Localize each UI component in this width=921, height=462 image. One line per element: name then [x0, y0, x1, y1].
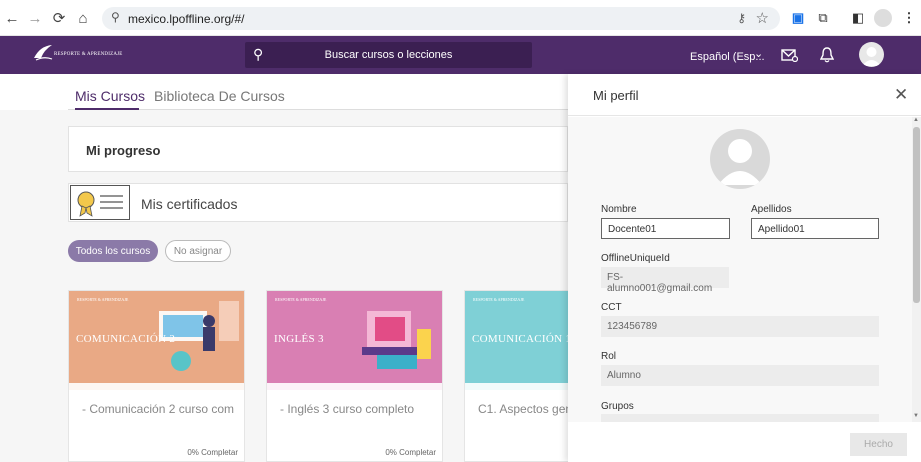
- messages-icon[interactable]: [779, 45, 799, 65]
- progress-heading: Mi progreso: [86, 143, 161, 158]
- profile-drawer: Mi perfil ✕ Nombre Docente01 Apellidos A…: [568, 74, 921, 462]
- course-subject: COMUNICACIÓN 1: [472, 333, 572, 345]
- grupos-field[interactable]: [601, 414, 879, 422]
- side-panel-icon[interactable]: ◧: [849, 9, 867, 27]
- browser-toolbar: ← → ⟳ ⌂ ⚲ mexico.lpoffline.org/#/ ⚷ ☆ ▣ …: [0, 0, 921, 36]
- rol-field: Alumno: [601, 365, 879, 386]
- tab-biblioteca[interactable]: Biblioteca De Cursos: [154, 88, 285, 104]
- offline-id-field: FS-alumno001@gmail.com: [601, 267, 729, 294]
- drawer-title: Mi perfil: [593, 88, 639, 103]
- course-title: C1. Aspectos gen: [478, 402, 573, 416]
- filter-all-courses[interactable]: Todos los cursos: [68, 240, 158, 262]
- course-card[interactable]: RESPORTE & APRENDIZAJE COMUNICACIÓN 2 - …: [68, 290, 245, 462]
- rol-label: Rol: [601, 351, 617, 362]
- back-icon[interactable]: ←: [2, 8, 22, 28]
- tabs-divider: [68, 109, 568, 110]
- menu-kebab-icon[interactable]: ⋮: [900, 9, 918, 27]
- reload-icon[interactable]: ⟳: [49, 8, 69, 28]
- profile-avatar[interactable]: [710, 129, 770, 189]
- offline-id-label: OfflineUniqueId: [601, 253, 670, 264]
- course-title: - Inglés 3 curso completo: [280, 402, 415, 416]
- notifications-bell-icon[interactable]: [817, 45, 837, 65]
- password-key-icon[interactable]: ⚷: [737, 11, 746, 25]
- logo-mark-icon: [34, 45, 53, 61]
- course-progress: 0% Completar: [385, 448, 436, 457]
- course-progress: 0% Completar: [187, 448, 238, 457]
- filter-unassigned[interactable]: No asignar: [165, 240, 231, 262]
- forward-icon[interactable]: →: [25, 8, 45, 28]
- course-card[interactable]: RESPORTE & APRENDIZAJE COMUNICACIÓN 1 C1…: [464, 290, 574, 462]
- cct-field: 123456789: [601, 316, 879, 337]
- done-button[interactable]: Hecho: [850, 433, 907, 456]
- course-partner-strip: [69, 383, 244, 390]
- search-placeholder: Buscar cursos o lecciones: [324, 49, 453, 61]
- tab-mis-cursos[interactable]: Mis Cursos: [75, 88, 145, 104]
- scroll-up-icon[interactable]: ▲: [913, 117, 919, 123]
- active-tab-indicator: [75, 108, 139, 110]
- nombre-label: Nombre: [601, 204, 637, 215]
- course-thumbnail: RESPORTE & APRENDIZAJE INGLÉS 3: [267, 291, 442, 390]
- user-avatar[interactable]: [859, 42, 884, 67]
- chevron-down-icon[interactable]: ⌄: [754, 47, 763, 60]
- home-icon[interactable]: ⌂: [73, 8, 93, 28]
- bookmark-star-icon[interactable]: ☆: [756, 9, 769, 27]
- apellidos-label: Apellidos: [751, 204, 792, 215]
- course-subject: INGLÉS 3: [274, 333, 324, 345]
- course-thumbnail: RESPORTE & APRENDIZAJE COMUNICACIÓN 1: [465, 291, 573, 390]
- course-subject: COMUNICACIÓN 2: [76, 333, 176, 345]
- address-bar[interactable]: ⚲ mexico.lpoffline.org/#/ ⚷ ☆: [102, 7, 780, 30]
- course-card[interactable]: RESPORTE & APRENDIZAJE INGLÉS 3 - Inglés…: [266, 290, 443, 462]
- url-text[interactable]: mexico.lpoffline.org/#/: [128, 12, 245, 26]
- extensions-puzzle-icon[interactable]: ⧉: [814, 9, 832, 27]
- course-brand-logo: RESPORTE & APRENDIZAJE: [473, 297, 525, 302]
- course-brand-logo: RESPORTE & APRENDIZAJE: [275, 297, 327, 302]
- app-header: RESPORTE & APRENDIZAJE ⚲ Buscar cursos o…: [0, 36, 921, 74]
- drawer-scrollbar[interactable]: ▲ ▼: [912, 117, 921, 422]
- drawer-header: Mi perfil ✕: [568, 74, 921, 116]
- progress-card[interactable]: Mi progreso: [68, 126, 568, 172]
- scroll-down-icon[interactable]: ▼: [913, 413, 919, 419]
- certificates-heading: Mis certificados: [141, 196, 238, 212]
- close-icon[interactable]: ✕: [894, 85, 908, 105]
- profile-avatar-icon[interactable]: [874, 9, 892, 27]
- certificate-icon: [70, 185, 130, 220]
- course-thumbnail: RESPORTE & APRENDIZAJE COMUNICACIÓN 2: [69, 291, 244, 390]
- logo-text: RESPORTE & APRENDIZAJE: [54, 52, 123, 57]
- profile-form: Nombre Docente01 Apellidos Apellido01 Of…: [568, 117, 913, 422]
- drawer-footer: Hecho: [568, 422, 921, 462]
- course-partner-strip: [465, 383, 573, 390]
- extension-icon[interactable]: ▣: [789, 9, 807, 27]
- course-partner-strip: [267, 383, 442, 390]
- apellidos-input[interactable]: Apellido01: [751, 218, 879, 239]
- course-title: - Comunicación 2 curso com: [82, 402, 235, 416]
- course-brand-logo: RESPORTE & APRENDIZAJE: [77, 297, 129, 302]
- grupos-label: Grupos: [601, 401, 634, 412]
- site-settings-icon[interactable]: ⚲: [111, 10, 120, 24]
- app-logo[interactable]: RESPORTE & APRENDIZAJE: [32, 42, 122, 68]
- nombre-input[interactable]: Docente01: [601, 218, 730, 239]
- cct-label: CCT: [601, 302, 622, 313]
- search-bar[interactable]: ⚲ Buscar cursos o lecciones: [245, 42, 532, 68]
- scroll-thumb[interactable]: [913, 127, 920, 303]
- certificates-card[interactable]: Mis certificados: [68, 183, 568, 222]
